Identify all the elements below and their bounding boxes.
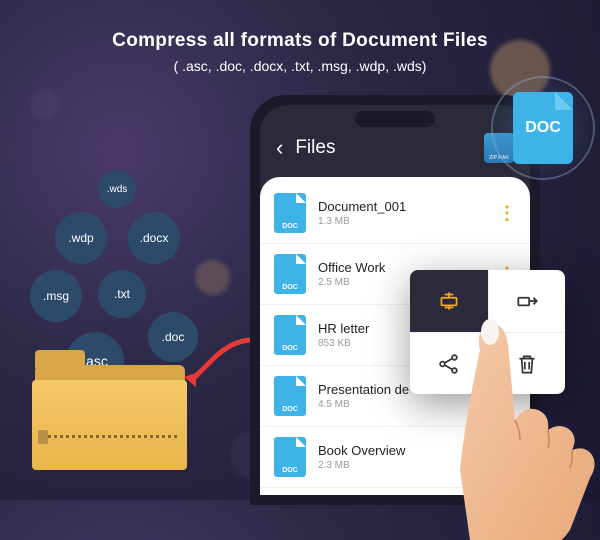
doc-badge-label: DOC <box>525 119 561 137</box>
phone-notch <box>355 111 435 127</box>
page-title: Files <box>295 137 472 159</box>
format-txt: .txt <box>98 270 146 318</box>
format-wds: .wds <box>98 170 136 208</box>
doc-file-icon: DOC <box>274 376 306 416</box>
back-icon[interactable]: ‹ <box>276 135 283 161</box>
doc-file-icon: DOC <box>274 193 306 233</box>
format-docx: .docx <box>128 212 180 264</box>
doc-file-icon: DOC <box>274 437 306 477</box>
doc-badge-icon: DOC <box>513 92 573 164</box>
file-size: 1.3 MB <box>318 216 486 227</box>
file-name: Document_001 <box>318 199 486 214</box>
more-icon[interactable]: ⋮ <box>498 203 516 224</box>
headline: Compress all formats of Document Files (… <box>0 30 600 74</box>
list-item[interactable]: DOC Document_001 1.3 MB ⋮ <box>260 183 530 244</box>
headline-title: Compress all formats of Document Files <box>0 30 600 52</box>
format-wdp: .wdp <box>55 212 107 264</box>
format-msg: .msg <box>30 270 82 322</box>
zip-folder-icon <box>30 360 190 480</box>
doc-badge-highlight: DOC <box>491 76 595 180</box>
pointing-hand-icon <box>420 310 600 540</box>
headline-subtitle: ( .asc, .doc, .docx, .txt, .msg, .wdp, .… <box>0 58 600 74</box>
doc-file-icon: DOC <box>274 254 306 294</box>
doc-file-icon: DOC <box>274 315 306 355</box>
